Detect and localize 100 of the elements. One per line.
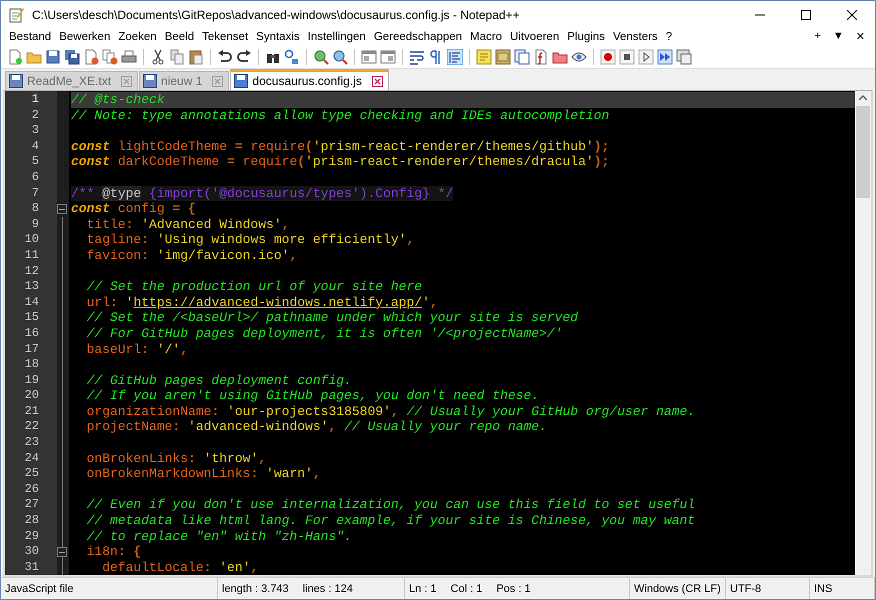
undo-icon[interactable]	[217, 49, 233, 65]
fold-toggle-icon[interactable]	[57, 204, 67, 214]
line-number: 11	[24, 248, 39, 262]
line-number: 8	[32, 201, 39, 216]
file-close-icon[interactable]	[83, 49, 99, 65]
menu-button[interactable]: ✕	[856, 30, 865, 43]
window-icon[interactable]	[380, 49, 396, 65]
window-icon[interactable]	[361, 49, 377, 65]
code-line: const darkCodeTheme = require('prism-react-renderer/themes/dracula');	[71, 154, 610, 170]
status-text: Col : 1	[450, 582, 482, 594]
close-icon[interactable]	[847, 10, 857, 20]
printer-icon[interactable]	[121, 49, 137, 65]
code-line: organizationName: 'our-projects3185809', // Usually your GitHub org/user name.	[86, 404, 696, 420]
line-number: 15	[24, 310, 39, 324]
line-number: 1	[32, 92, 39, 106]
record-icon[interactable]	[600, 49, 616, 65]
menu-item[interactable]: Bewerken	[55, 30, 114, 42]
menu-item[interactable]: ?	[662, 30, 676, 42]
scroll-up-icon[interactable]	[859, 95, 867, 100]
menu-button[interactable]: +	[814, 30, 821, 43]
line-number: 30	[24, 544, 39, 558]
tab[interactable]: docusaurus.config.js	[230, 69, 389, 90]
line-number: 4	[32, 138, 39, 153]
menu-item[interactable]: Macro	[466, 30, 506, 42]
menu-item[interactable]: Vensters	[608, 30, 662, 42]
tab[interactable]: nieuw 1	[139, 71, 230, 90]
floppy-icon	[9, 74, 23, 88]
wrap-icon[interactable]	[409, 49, 425, 65]
menu-button[interactable]: ▼	[832, 30, 844, 43]
menu-item[interactable]: Gereedschappen	[370, 30, 466, 42]
status-text: UTF-8	[730, 582, 762, 594]
code-line: // metadata like html lang. For example, if your site is Chinese, you may want	[86, 513, 696, 529]
clipboard-icon[interactable]	[188, 49, 204, 65]
indent-guide-icon[interactable]	[447, 49, 463, 65]
tab[interactable]: ReadMe_XE.txt	[5, 71, 138, 90]
redo-icon[interactable]	[236, 49, 252, 65]
play-icon[interactable]	[638, 49, 654, 65]
stop-icon[interactable]	[619, 49, 635, 65]
line-number: 2	[32, 108, 39, 122]
code-line: defaultLocale: 'en',	[101, 560, 260, 575]
line-number: 27	[24, 497, 39, 512]
menu-item[interactable]: Instellingen	[304, 30, 370, 42]
scrollbar-thumb[interactable]	[856, 106, 870, 198]
fold-toggle-icon[interactable]	[57, 547, 67, 558]
status-text: length : 3.743	[222, 582, 289, 594]
line-number: 9	[32, 216, 39, 231]
code-line: tagline: 'Using windows more efficiently',	[86, 232, 416, 248]
code-line: favicon: 'img/favicon.ico',	[86, 248, 298, 264]
status-text: Pos : 1	[496, 582, 531, 594]
line-number: 31	[24, 560, 39, 574]
menu-item[interactable]: Zoeken	[114, 30, 161, 42]
code-line: // to replace "en" with "zh-Hans".	[86, 528, 353, 544]
line-number: 7	[32, 186, 39, 200]
menu-item[interactable]: Beeld	[160, 30, 198, 42]
code-line: onBrokenMarkdownLinks: 'warn',	[86, 466, 322, 482]
menu-item[interactable]: Uitvoeren	[506, 30, 564, 42]
code-line: // If you aren't using GitHub pages, you don't need these.	[86, 388, 540, 404]
find-replace-icon[interactable]	[284, 49, 300, 65]
new-file-icon[interactable]	[7, 49, 23, 65]
scrollbar[interactable]	[855, 91, 871, 575]
line-number: 5	[32, 154, 39, 168]
code-line: /** @type {import('@docusaurus/types').Config} */	[71, 186, 454, 202]
line-number: 17	[24, 342, 39, 356]
status-text: Ln : 1	[409, 582, 437, 594]
line-number: 10	[24, 232, 39, 246]
line-number: 3	[32, 123, 39, 138]
code-line: const config = {	[71, 201, 197, 217]
line-number: 24	[24, 450, 39, 465]
function-icon[interactable]	[533, 49, 549, 65]
floppies-icon[interactable]	[64, 49, 80, 65]
code-line: // GitHub pages deployment config.	[86, 372, 353, 388]
floppy-icon[interactable]	[45, 49, 61, 65]
line-number: 25	[24, 466, 39, 480]
note-icon[interactable]	[476, 49, 492, 65]
line-number: 18	[24, 357, 39, 372]
code-line: projectName: 'advanced-windows', // Usually your repo name.	[86, 419, 548, 436]
code-line: // For GitHub pages deployment, it is often '/<projectName>/'	[86, 326, 564, 342]
menu-item[interactable]: Syntaxis	[252, 30, 304, 42]
files-close-icon[interactable]	[102, 49, 118, 65]
scissors-icon[interactable]	[150, 49, 166, 65]
menu-item[interactable]: Tekenset	[198, 30, 252, 42]
code-line: // Note: type annotations allow type checking and IDEs autocompletion	[71, 108, 610, 124]
code-line: title: 'Advanced Windows',	[86, 216, 290, 232]
menu-item[interactable]: Bestand	[5, 30, 56, 42]
zoom-out-icon[interactable]	[332, 49, 348, 65]
status-text: INS	[814, 582, 832, 594]
menu-item[interactable]: Plugins	[563, 30, 609, 42]
notepad-icon	[8, 7, 24, 23]
floppy-icon	[143, 74, 158, 88]
window-icon[interactable]	[676, 49, 692, 65]
map-icon[interactable]	[495, 49, 511, 65]
maximize-icon[interactable]	[801, 10, 811, 20]
code-line: onBrokenLinks: 'throw',	[86, 450, 268, 466]
zoom-in-icon[interactable]	[313, 49, 329, 65]
status-text: JavaScript file	[5, 582, 74, 594]
line-number: 16	[24, 326, 39, 340]
line-number: 21	[24, 404, 39, 418]
fast-forward-icon[interactable]	[657, 49, 673, 65]
line-number: 6	[32, 170, 39, 184]
pages-icon[interactable]	[514, 49, 530, 65]
